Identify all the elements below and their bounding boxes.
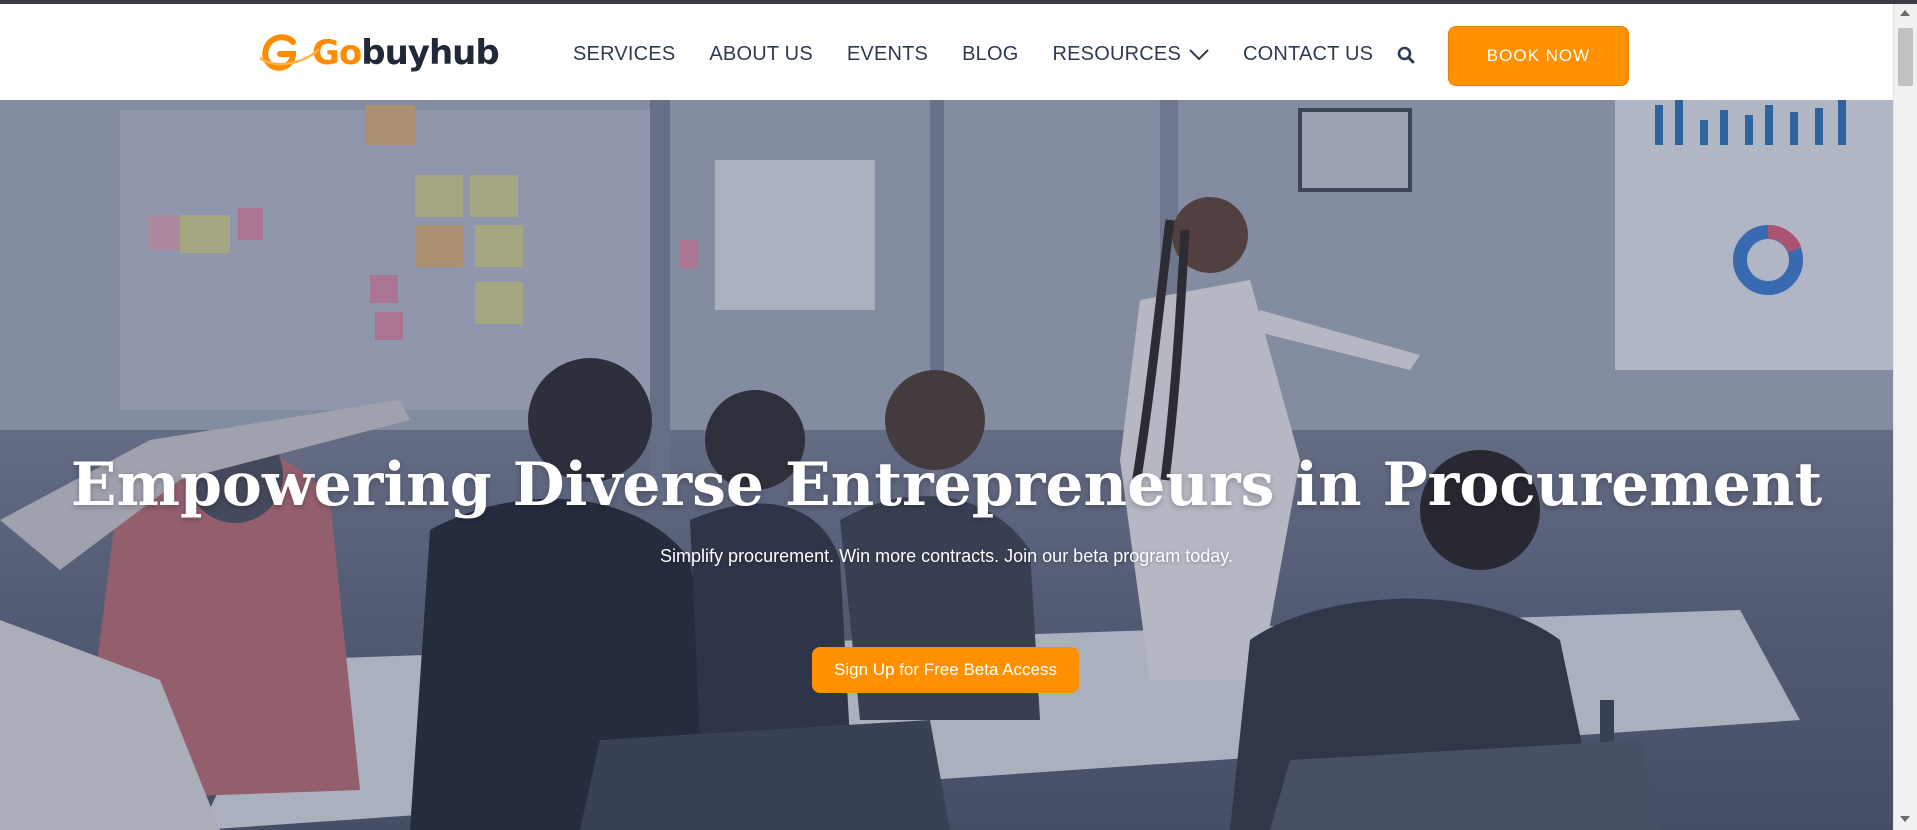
nav-label: ABOUT US	[709, 43, 813, 65]
scroll-up-arrow-icon[interactable]	[1900, 10, 1910, 16]
hero-title: Empowering Diverse Entrepreneurs in Proc…	[70, 450, 1823, 520]
search-icon[interactable]	[1397, 46, 1415, 69]
logo-wordmark: Gobuyhub	[312, 33, 500, 73]
nav-blog[interactable]: BLOG	[962, 43, 1018, 66]
hero-subtitle: Simplify procurement. Win more contracts…	[660, 546, 1233, 566]
nav-about-us[interactable]: ABOUT US	[709, 43, 812, 66]
nav-resources[interactable]: RESOURCES	[1053, 42, 1210, 67]
book-now-button[interactable]: BOOK NOW	[1448, 26, 1629, 86]
scroll-down-arrow-icon[interactable]	[1900, 816, 1910, 822]
logo-mark	[258, 32, 320, 74]
hero-section: Empowering Diverse Entrepreneurs in Proc…	[0, 100, 1893, 830]
nav-events[interactable]: EVENTS	[847, 43, 928, 66]
main-nav: SERVICES ABOUT US EVENTS BLOG RESOURCES …	[573, 42, 1407, 67]
nav-contact-us[interactable]: CONTACT US	[1243, 43, 1373, 66]
chevron-down-icon	[1189, 44, 1209, 67]
nav-label: CONTACT US	[1243, 43, 1374, 65]
page-scrollbar[interactable]	[1893, 4, 1917, 830]
gobuyhub-logo[interactable]: Gobuyhub	[258, 28, 500, 78]
nav-label: BLOG	[962, 43, 1019, 65]
site-header: Gobuyhub SERVICES ABOUT US EVENTS BLOG R…	[0, 4, 1893, 101]
nav-label: EVENTS	[846, 43, 929, 65]
scroll-thumb[interactable]	[1898, 28, 1913, 86]
beta-signup-button[interactable]: Sign Up for Free Beta Access	[812, 647, 1079, 693]
nav-label: SERVICES	[573, 43, 676, 65]
nav-label: RESOURCES	[1052, 43, 1181, 65]
nav-services[interactable]: SERVICES	[573, 43, 675, 66]
